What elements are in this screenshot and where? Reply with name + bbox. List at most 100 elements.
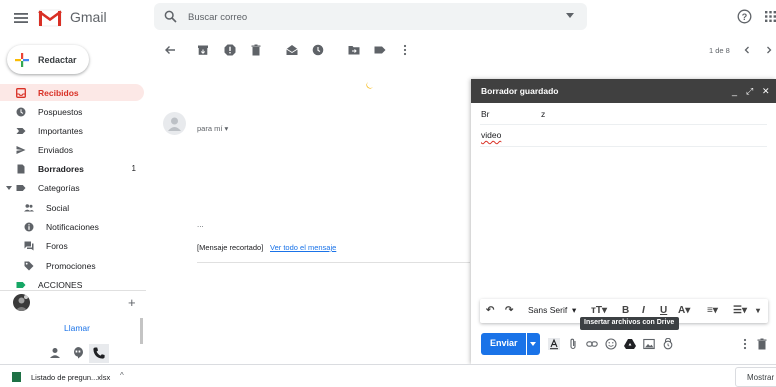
- message-divider: [197, 262, 470, 263]
- pager-count: 1 de 8: [709, 46, 730, 55]
- back-arrow-icon[interactable]: [164, 44, 176, 56]
- prev-page-icon[interactable]: [741, 44, 753, 56]
- expand-icon[interactable]: ⤢: [746, 86, 753, 97]
- numbered-list-icon[interactable]: ☰▾: [733, 305, 747, 316]
- tag-icon: [24, 261, 34, 271]
- trimmed-content-ellipsis[interactable]: ...: [197, 220, 204, 229]
- italic-icon[interactable]: I: [642, 305, 645, 316]
- font-selector[interactable]: Sans Serif ▾: [528, 305, 576, 316]
- sidebar-item-count: 1: [131, 164, 136, 173]
- draft-icon: [17, 164, 25, 174]
- sidebar-scrollbar[interactable]: [140, 318, 143, 344]
- text-color-icon[interactable]: A▾: [678, 305, 690, 316]
- inbox-icon: [16, 88, 26, 98]
- sidebar-item-promociones[interactable]: Promociones: [0, 257, 144, 274]
- more-vert-icon[interactable]: [399, 44, 411, 56]
- app-brand[interactable]: Gmail: [70, 9, 107, 25]
- clock-icon: [16, 107, 26, 117]
- undo-icon[interactable]: ↶: [486, 305, 494, 316]
- sidebar-divider: [0, 290, 146, 291]
- formatting-options-icon[interactable]: [548, 338, 560, 350]
- sidebar-item-label: Social: [46, 203, 70, 213]
- excel-file-icon: [12, 372, 21, 382]
- mark-unread-icon[interactable]: [286, 44, 298, 56]
- recipient-details[interactable]: para mí ▾: [197, 124, 228, 133]
- sidebar-item-social[interactable]: Social: [0, 199, 144, 216]
- phone-icon[interactable]: [92, 346, 106, 360]
- apps-grid-icon[interactable]: [765, 11, 776, 22]
- report-spam-icon[interactable]: [224, 44, 236, 56]
- sidebar-item-label: Recibidos: [38, 88, 79, 98]
- more-options-icon[interactable]: [739, 338, 751, 350]
- redo-icon[interactable]: ↷: [505, 305, 513, 316]
- sidebar-item-foros[interactable]: Foros: [0, 237, 144, 254]
- avatar[interactable]: [13, 294, 30, 311]
- delete-icon[interactable]: [250, 44, 262, 56]
- move-to-icon[interactable]: [348, 44, 360, 56]
- field-divider: [480, 146, 767, 147]
- confidential-mode-icon[interactable]: [662, 338, 674, 350]
- search-input[interactable]: Buscar correo: [188, 12, 247, 23]
- discard-draft-icon[interactable]: [756, 338, 768, 350]
- minimize-icon[interactable]: _: [732, 86, 737, 96]
- info-icon: [24, 222, 34, 232]
- gmail-logo-icon[interactable]: [38, 8, 62, 27]
- sender-avatar[interactable]: [163, 112, 186, 135]
- main-menu-icon[interactable]: [12, 9, 30, 27]
- people-icon: [24, 204, 34, 212]
- add-contact-icon[interactable]: +: [128, 295, 136, 310]
- show-all-downloads-button[interactable]: Mostrar t: [735, 367, 776, 387]
- chevron-down-icon[interactable]: [6, 186, 12, 190]
- search-options-icon[interactable]: [566, 13, 574, 18]
- search-icon[interactable]: [164, 10, 177, 23]
- recipient-chip[interactable]: Br: [481, 109, 490, 119]
- sidebar-item-label: Foros: [46, 241, 68, 251]
- sidebar-item-label: ACCIONES: [38, 280, 83, 290]
- labels-icon[interactable]: [374, 44, 386, 56]
- recipient-label: para mí: [197, 124, 223, 133]
- attach-icon[interactable]: [567, 338, 579, 350]
- emoji-icon[interactable]: [605, 338, 617, 350]
- send-options-button[interactable]: [527, 333, 540, 355]
- compose-plus-icon[interactable]: [15, 53, 29, 67]
- snooze-icon[interactable]: [312, 44, 324, 56]
- help-icon[interactable]: ?: [737, 9, 752, 24]
- view-full-message-link[interactable]: Ver todo el mensaje: [270, 243, 336, 252]
- hangouts-icon[interactable]: [71, 346, 85, 360]
- svg-text:?: ?: [742, 12, 748, 22]
- sidebar-item-enviados[interactable]: Enviados: [0, 141, 144, 158]
- forum-icon: [24, 241, 34, 251]
- sidebar-item-importantes[interactable]: Importantes: [0, 122, 144, 139]
- sidebar-item-borradores[interactable]: Borradores 1: [0, 160, 144, 177]
- sidebar-item-recibidos[interactable]: Recibidos: [0, 84, 144, 101]
- recipient-chip-tail[interactable]: z: [541, 109, 545, 119]
- sidebar-item-label: Categorías: [38, 183, 80, 193]
- sidebar-item-label: Borradores: [38, 164, 84, 174]
- sidebar-item-pospuestos[interactable]: Pospuestos: [0, 103, 144, 120]
- link-icon[interactable]: [586, 338, 598, 350]
- sidebar-item-label: Importantes: [38, 126, 83, 136]
- contacts-icon[interactable]: [48, 346, 62, 360]
- sidebar-item-categorias[interactable]: Categorías: [0, 179, 144, 196]
- bold-icon[interactable]: B: [622, 305, 629, 316]
- more-formatting-icon[interactable]: ▾: [756, 306, 760, 315]
- insert-photo-icon[interactable]: [643, 338, 655, 350]
- call-link[interactable]: Llamar: [64, 323, 90, 333]
- sidebar-item-notificaciones[interactable]: Notificaciones: [0, 218, 144, 235]
- download-item[interactable]: Listado de pregun...xlsx: [31, 373, 110, 382]
- subject-field[interactable]: video: [481, 130, 501, 140]
- drive-icon[interactable]: [624, 338, 636, 350]
- sidebar-item-label: Promociones: [46, 261, 96, 271]
- label-green-icon: [16, 282, 26, 288]
- next-page-icon[interactable]: [763, 44, 775, 56]
- compose-label[interactable]: Redactar: [38, 55, 77, 65]
- archive-icon[interactable]: [197, 44, 209, 56]
- label-icon: [16, 185, 26, 191]
- align-icon[interactable]: ≡▾: [707, 305, 718, 316]
- chevron-up-icon[interactable]: ^: [120, 371, 124, 380]
- underline-icon[interactable]: U: [660, 305, 667, 316]
- sidebar-item-label: Pospuestos: [38, 107, 83, 117]
- send-button[interactable]: Enviar: [481, 333, 526, 355]
- text-size-icon[interactable]: тТ▾: [591, 305, 607, 316]
- close-icon[interactable]: ✕: [762, 86, 770, 97]
